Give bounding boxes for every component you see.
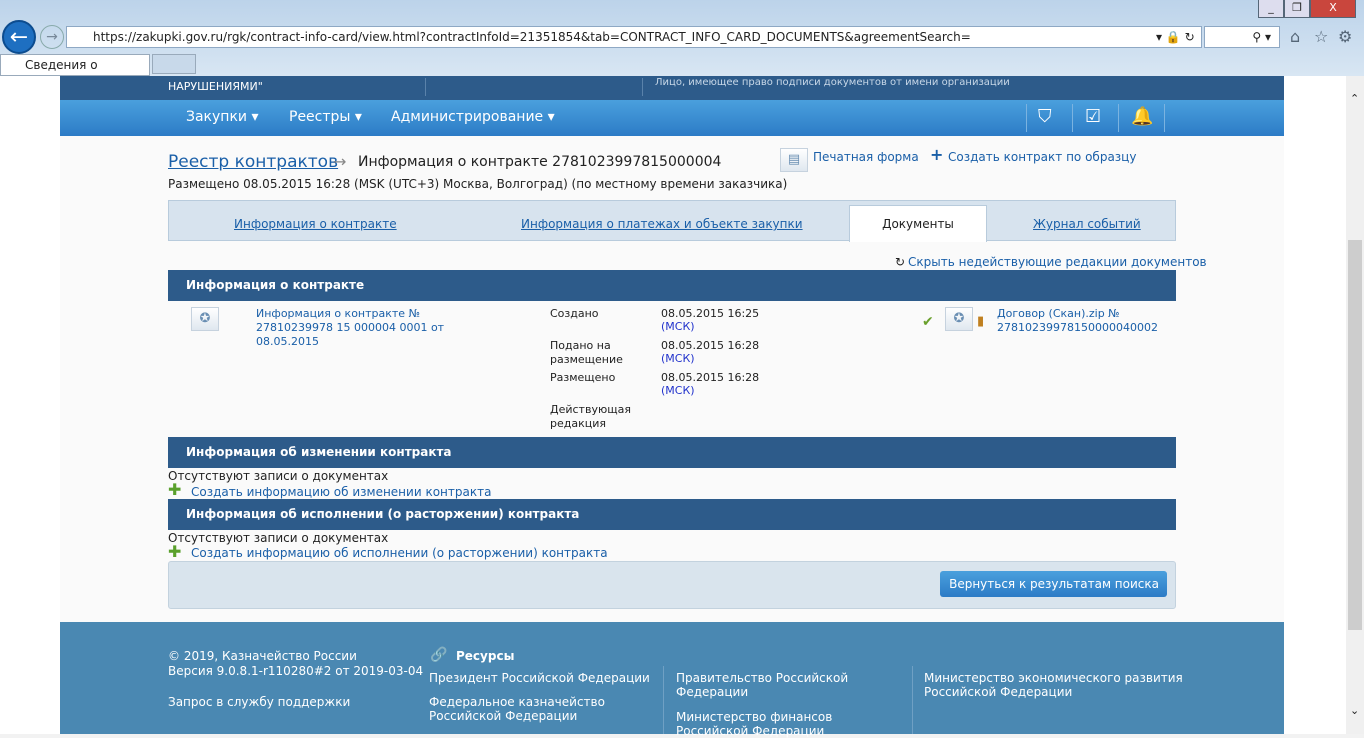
resources-heading: Ресурсы (456, 649, 515, 663)
link-icon: 🔗 (430, 647, 448, 663)
contract-doc-link[interactable]: Информация о контракте № 27810239978 15 … (256, 307, 486, 349)
back-to-results-button[interactable]: Вернуться к результатам поиска (940, 571, 1167, 597)
create-change-link[interactable]: Создать информацию об изменении контракт… (191, 485, 491, 499)
placed-info: Размещено 08.05.2015 16:28 (MSK (UTC+3) … (168, 177, 788, 191)
version: Версия 9.0.8.1-r110280#2 от 2019-03-04 (168, 664, 424, 678)
org-name: НАРУШЕНИЯМИ" (168, 80, 263, 93)
calendar-icon[interactable]: ☑ (1085, 106, 1101, 127)
close-window-button[interactable]: X (1310, 0, 1356, 18)
plus-icon: ✚ (168, 480, 182, 499)
scroll-down-icon[interactable]: ⌄ (1350, 704, 1359, 717)
scrollbar[interactable]: ⌃ ⌄ (1346, 76, 1364, 734)
page: НАРУШЕНИЯМИ" Лицо, имеющее право подписи… (0, 76, 1346, 738)
browser-chrome: ← → https://zakupki.gov.ru/rgk/contract-… (0, 0, 1364, 92)
copyright: © 2019, Казначейство России (168, 649, 357, 663)
section-header-execution: Информация об исполнении (о расторжении)… (168, 499, 1176, 530)
footer-link[interactable]: Федеральное казначейство Российской Феде… (429, 695, 629, 723)
certificate-icon[interactable]: ✪ (945, 307, 973, 331)
url-text: https://zakupki.gov.ru/rgk/contract-info… (93, 30, 971, 44)
search-box[interactable]: ⚲ ▾ (1204, 26, 1280, 48)
section-header-change: Информация об изменении контракта (168, 437, 1176, 468)
arrow-right-icon: → (333, 152, 347, 171)
bell-icon[interactable]: 🔔 (1131, 106, 1153, 127)
footer-link[interactable]: Президент Российской Федерации (429, 671, 650, 685)
field-values: 08.05.2015 16:25 (МСК) 08.05.2015 16:28 (М… (661, 307, 760, 397)
tab-documents[interactable]: Документы (849, 205, 987, 242)
forward-button[interactable]: → (40, 25, 64, 49)
new-tab-button[interactable] (152, 54, 196, 74)
signer-role: Лицо, имеющее право подписи документов о… (655, 77, 1010, 88)
browser-tab[interactable]: Сведения о контракте× (0, 54, 150, 92)
footer: © 2019, Казначейство России Версия 9.0.8… (60, 622, 1284, 738)
print-form-link[interactable]: Печатная форма (813, 150, 919, 164)
create-by-template-link[interactable]: Создать контракт по образцу (948, 150, 1136, 164)
create-execution-link[interactable]: Создать информацию об исполнении (о раст… (191, 546, 608, 560)
address-bar[interactable]: https://zakupki.gov.ru/rgk/contract-info… (66, 26, 1202, 48)
section-header-contract: Информация о контракте (168, 270, 1176, 301)
empty-message: Отсутствуют записи о документах (168, 531, 389, 545)
archive-icon: ▮ (977, 314, 985, 329)
star-icon[interactable]: ☆ (1314, 27, 1328, 46)
nav-administration[interactable]: Администрирование ▾ (391, 109, 555, 125)
plus-icon: + (930, 145, 944, 164)
hide-inactive-link[interactable]: Скрыть недействующие редакции документов (908, 255, 1207, 269)
printer-icon[interactable]: ▤ (780, 148, 808, 172)
field-labels: Создано Подано на размещение Размещено Д… (550, 307, 631, 430)
left-margin (0, 76, 60, 734)
plus-icon: ✚ (168, 542, 182, 561)
support-link[interactable]: Запрос в службу поддержки (168, 695, 350, 709)
nav-purchases[interactable]: Закупки ▾ (186, 109, 259, 125)
nav-registries[interactable]: Реестры ▾ (289, 109, 362, 125)
certificate-icon[interactable]: ✪ (191, 307, 219, 331)
checkmark-icon: ✔ (922, 314, 934, 330)
search-icon[interactable]: ⚲ ▾ (1252, 30, 1271, 44)
home-icon[interactable]: ⌂ (1290, 27, 1300, 46)
lock-icon: ▾ 🔒 ↻ (1156, 30, 1195, 44)
maximize-button[interactable]: ❐ (1284, 0, 1310, 18)
main-nav: Закупки ▾ Реестры ▾ Администрирование ▾ … (60, 100, 1284, 136)
tab-payments[interactable]: Информация о платежах и объекте закупки (521, 217, 803, 231)
scroll-up-icon[interactable]: ⌃ (1350, 92, 1359, 105)
gear-icon[interactable]: ⚙ (1338, 27, 1352, 46)
refresh-icon: ↻ (895, 255, 906, 269)
shield-icon[interactable]: ⛉ (1038, 106, 1052, 127)
tab-contract-info[interactable]: Информация о контракте (234, 217, 397, 231)
tab-bar: Информация о контракте Информация о плат… (168, 200, 1176, 242)
scroll-thumb[interactable] (1348, 240, 1362, 630)
empty-message: Отсутствуют записи о документах (168, 469, 389, 483)
tab-event-log[interactable]: Журнал событий (1033, 217, 1141, 231)
back-button[interactable]: ← (2, 20, 36, 54)
top-bar: НАРУШЕНИЯМИ" Лицо, имеющее право подписи… (60, 76, 1284, 100)
minimize-button[interactable]: _ (1258, 0, 1284, 18)
footer-link[interactable]: Правительство Российской Федерации (676, 671, 876, 699)
footer-link[interactable]: Министерство экономического развития Рос… (924, 671, 1194, 699)
page-title: Информация о контракте 27810239978150000… (358, 154, 722, 170)
file-link[interactable]: Договор (Скан).zip № 2781023997815000004… (997, 307, 1158, 335)
breadcrumb-root[interactable]: Реестр контрактов (168, 152, 338, 172)
